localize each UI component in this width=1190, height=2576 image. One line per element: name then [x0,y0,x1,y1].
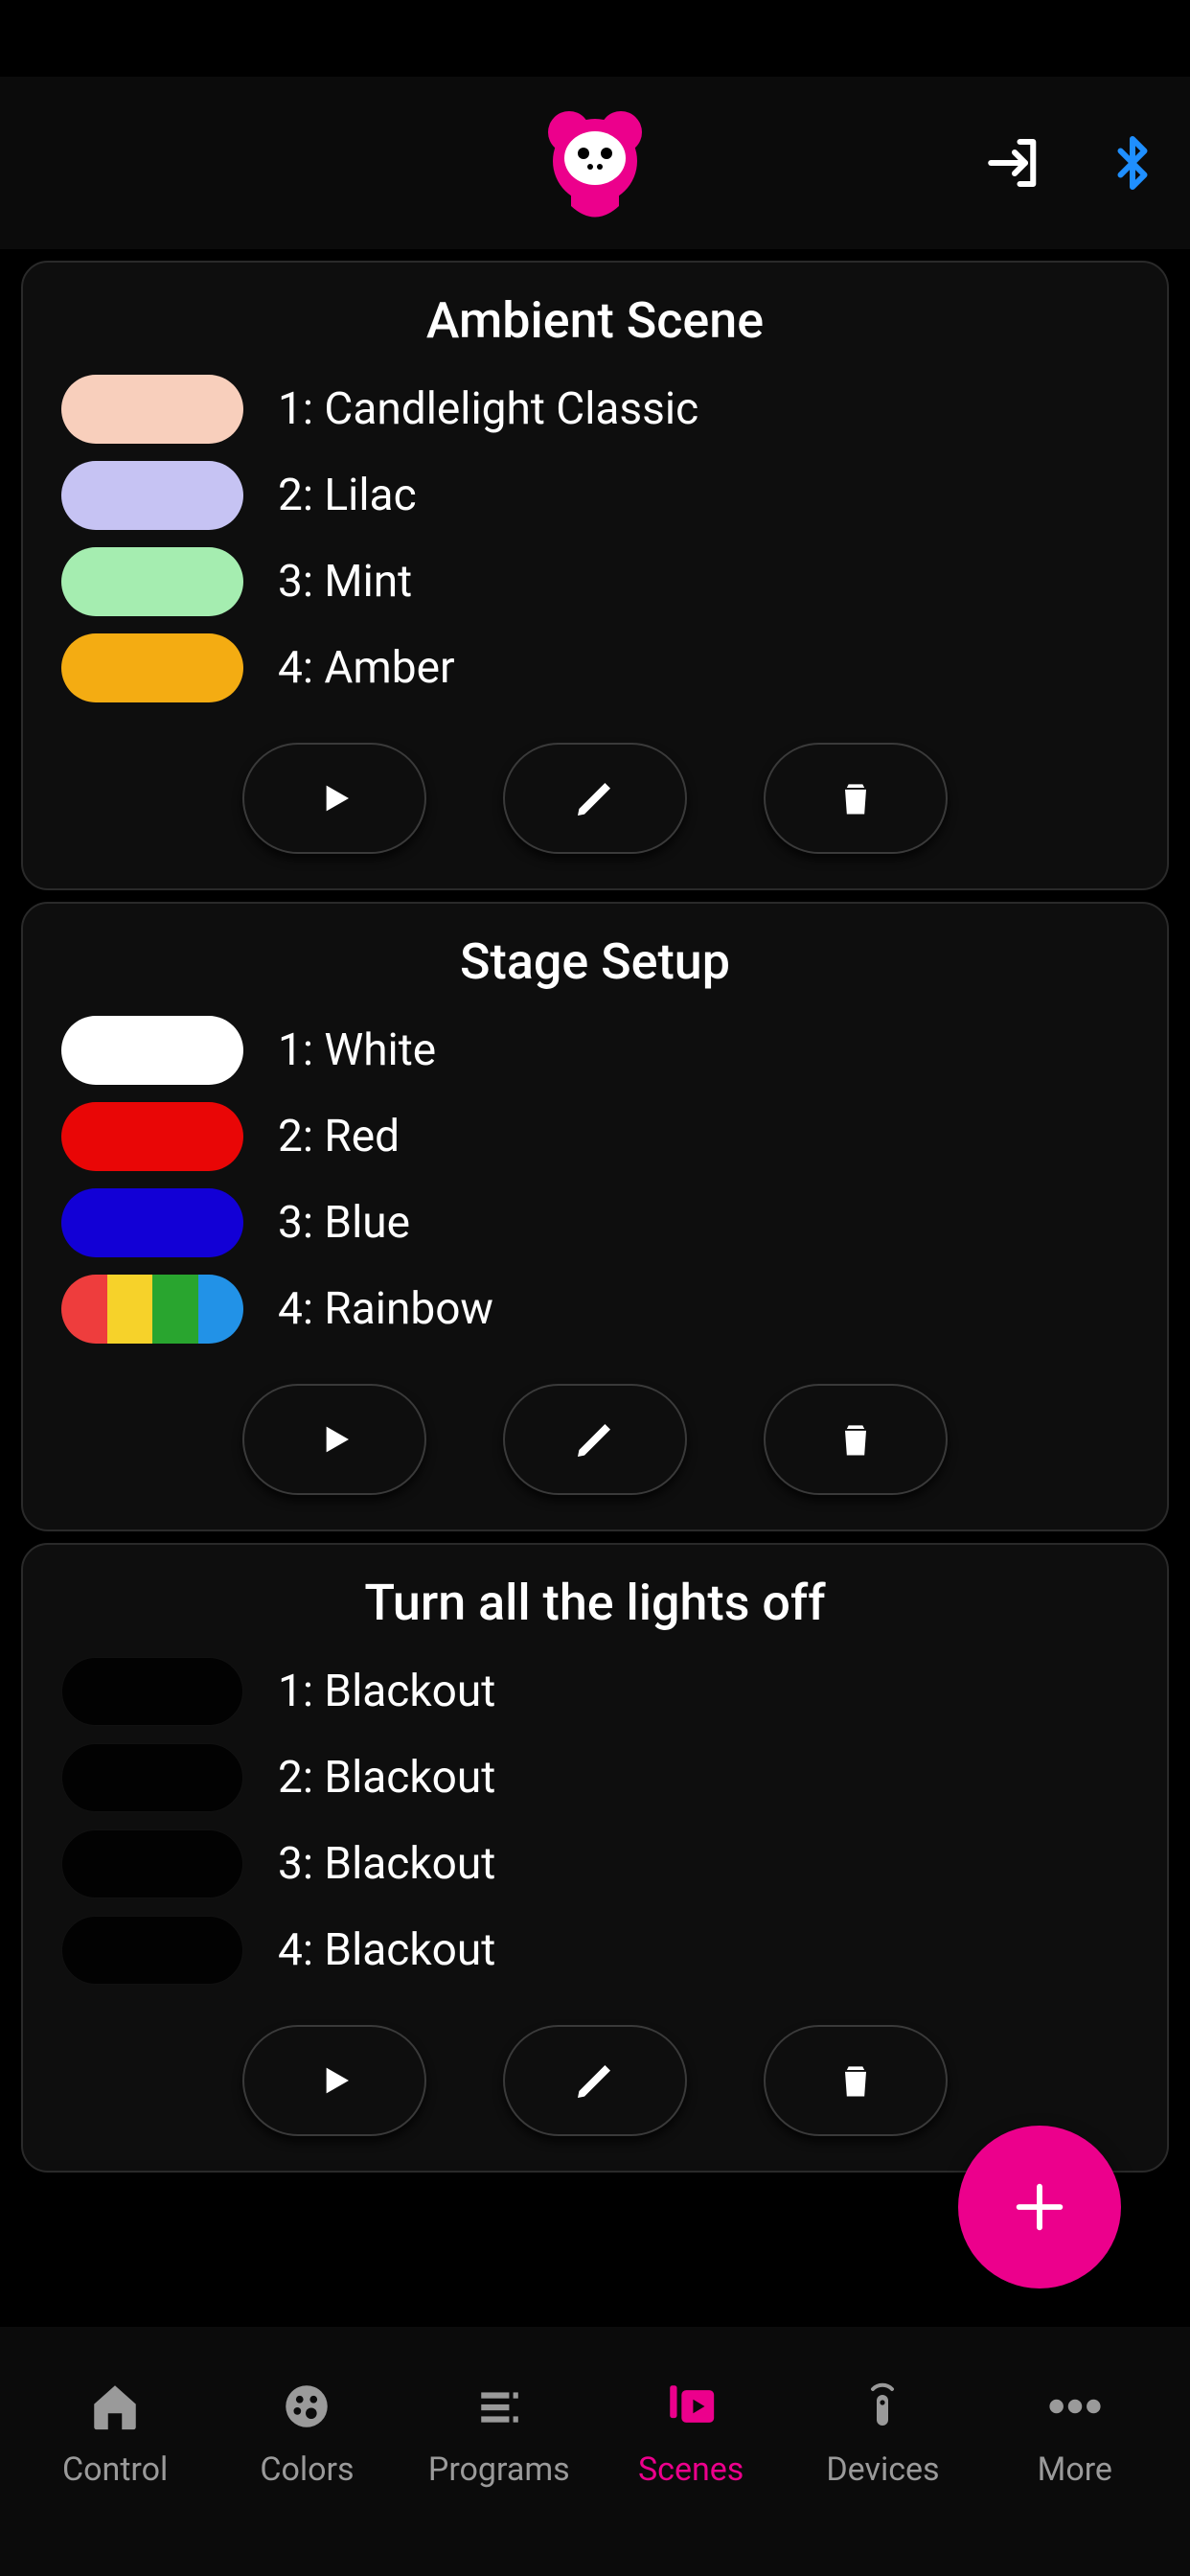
edit-button[interactable] [503,743,687,854]
trash-icon [835,1414,877,1464]
pencil-icon [572,775,618,821]
app-logo [538,105,652,220]
color-swatch [61,1102,243,1171]
home-icon [87,2376,143,2437]
status-bar [0,0,1190,77]
play-button[interactable] [242,743,426,854]
color-swatch [61,1829,243,1898]
import-icon[interactable] [983,131,1046,195]
remote-icon [859,2376,905,2437]
add-scene-fab[interactable] [958,2126,1121,2288]
scene-actions [61,1384,1129,1495]
scene-row-label: 4: Blackout [278,1924,495,1976]
color-swatch [61,375,243,444]
nav-label: Colors [260,2450,354,2489]
scene-row-label: 2: Lilac [278,470,417,521]
scene-row[interactable]: 3: Mint [61,547,1129,616]
trash-icon [835,2056,877,2105]
scene-row-label: 1: White [278,1024,436,1076]
scene-row[interactable]: 4: Blackout [61,1916,1129,1985]
nav-item-scenes[interactable]: Scenes [605,2376,777,2489]
scene-row[interactable]: 3: Blackout [61,1829,1129,1898]
nav-item-programs[interactable]: Programs [413,2376,585,2489]
scene-row[interactable]: 2: Lilac [61,461,1129,530]
scene-row-label: 1: Blackout [278,1666,495,1717]
nav-item-devices[interactable]: Devices [796,2376,969,2489]
edit-button[interactable] [503,2025,687,2136]
color-swatch [61,1657,243,1726]
dots-icon [1047,2376,1103,2437]
delete-button[interactable] [764,1384,948,1495]
top-bar [0,77,1190,249]
edit-button[interactable] [503,1384,687,1495]
color-swatch [61,1275,243,1344]
scene-card: Stage Setup 1: White 2: Red 3: Blue 4: Rainb… [21,902,1169,1531]
color-swatch [61,1016,243,1085]
bottom-nav: Control Colors Programs Scenes Devices More [0,2327,1190,2576]
bluetooth-icon[interactable] [1104,129,1161,196]
scene-card: Turn all the lights off 1: Blackout 2: Bla… [21,1543,1169,2173]
scene-row-label: 3: Mint [278,556,412,608]
scene-row[interactable]: 1: Candlelight Classic [61,375,1129,444]
scene-row-label: 3: Blue [278,1197,410,1249]
nav-label: Control [62,2450,168,2489]
color-swatch [61,1188,243,1257]
color-swatch [61,547,243,616]
scene-row[interactable]: 2: Blackout [61,1743,1129,1812]
nav-label: More [1038,2450,1112,2489]
scene-row-label: 3: Blackout [278,1838,495,1890]
scene-card: Ambient Scene 1: Candlelight Classic 2: Li… [21,261,1169,890]
scene-row[interactable]: 4: Amber [61,633,1129,702]
scene-row[interactable]: 1: Blackout [61,1657,1129,1726]
color-swatch [61,1743,243,1812]
nav-label: Scenes [638,2450,744,2489]
color-swatch [61,633,243,702]
nav-item-control[interactable]: Control [29,2376,201,2489]
play-button[interactable] [242,1384,426,1495]
scene-row[interactable]: 1: White [61,1016,1129,1085]
scene-title: Turn all the lights off [61,1574,1129,1632]
nav-item-colors[interactable]: Colors [220,2376,393,2489]
scene-row-label: 4: Amber [278,642,455,694]
scene-row[interactable]: 3: Blue [61,1188,1129,1257]
scene-actions [61,743,1129,854]
scene-row-label: 2: Red [278,1111,400,1162]
trash-icon [835,773,877,823]
scene-row[interactable]: 4: Rainbow [61,1275,1129,1344]
color-swatch [61,461,243,530]
scene-actions [61,2025,1129,2136]
scene-row-label: 1: Candlelight Classic [278,383,698,435]
delete-button[interactable] [764,2025,948,2136]
color-swatch [61,1916,243,1985]
scenes-icon [661,2376,721,2437]
delete-button[interactable] [764,743,948,854]
pencil-icon [572,1416,618,1462]
play-icon [315,2059,354,2102]
scene-title: Stage Setup [61,932,1129,991]
play-button[interactable] [242,2025,426,2136]
nav-item-more[interactable]: More [989,2376,1161,2489]
scene-row-label: 4: Rainbow [278,1283,493,1335]
list-icon [471,2376,527,2437]
pencil-icon [572,2058,618,2104]
nav-label: Devices [826,2450,939,2489]
scene-title: Ambient Scene [61,291,1129,350]
play-icon [315,777,354,819]
scene-row[interactable]: 2: Red [61,1102,1129,1171]
palette-icon [279,2376,334,2437]
nav-label: Programs [428,2450,570,2489]
scene-row-label: 2: Blackout [278,1752,495,1804]
play-icon [315,1418,354,1460]
